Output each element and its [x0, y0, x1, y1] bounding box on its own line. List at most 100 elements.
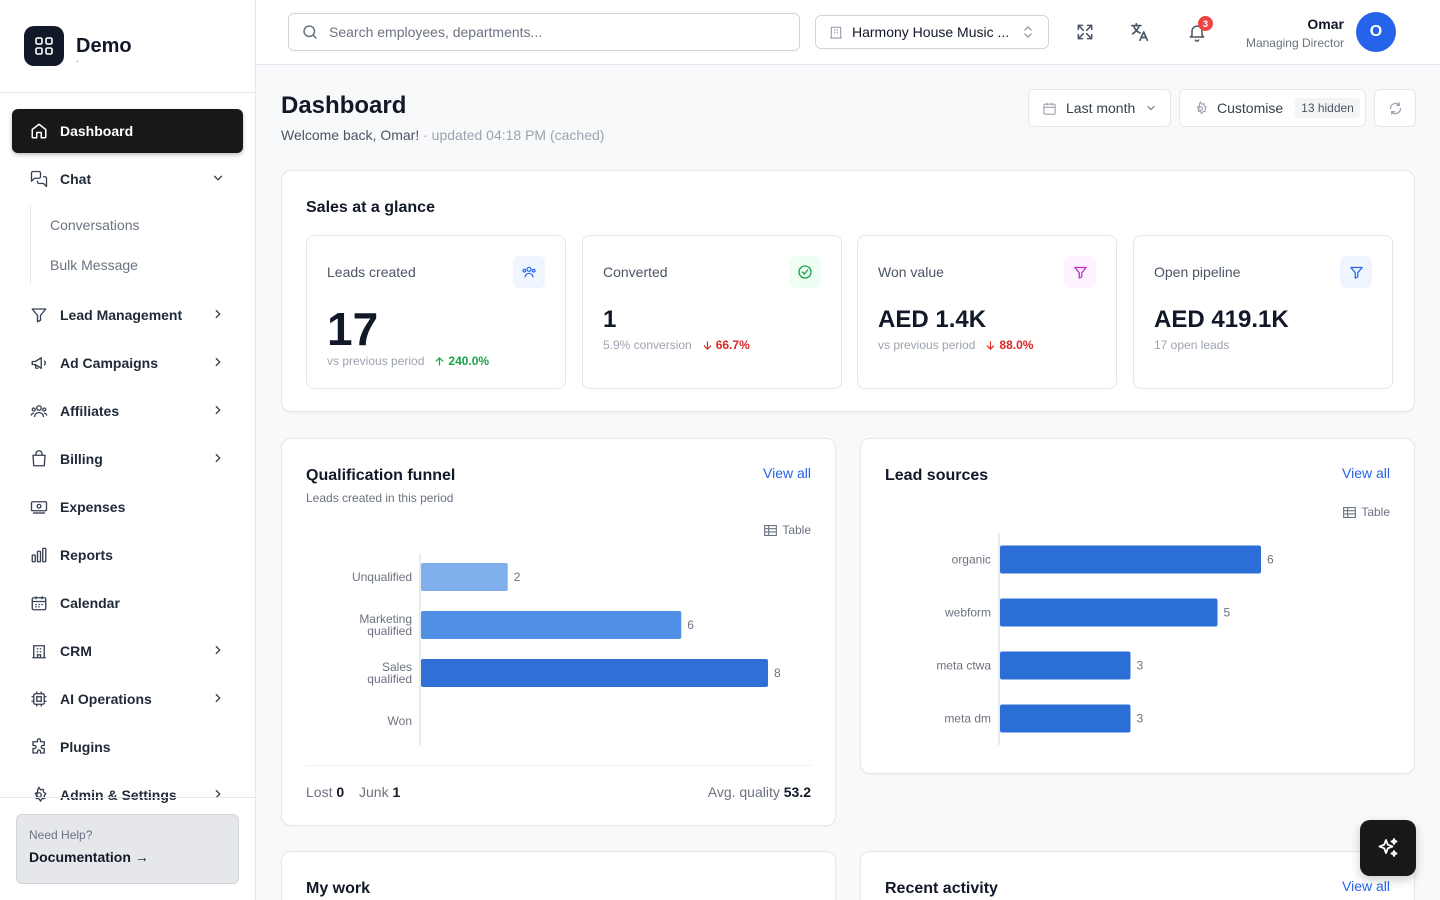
hidden-count-badge: 13 hidden: [1295, 98, 1360, 118]
sidebar-item-chat[interactable]: Chat: [12, 157, 243, 201]
banknote-icon: [30, 498, 48, 516]
tick-label: Unqualified: [352, 570, 412, 584]
sidebar-item-label: Dashboard: [60, 123, 134, 139]
kpi-value: AED 1.4K: [878, 306, 987, 333]
fullscreen-icon[interactable]: [1073, 20, 1097, 44]
period-select[interactable]: Last month: [1028, 89, 1171, 127]
kpi-open-pipeline[interactable]: Open pipeline AED 419.1K 17 open leads: [1133, 235, 1393, 389]
ai-assistant-button[interactable]: [1360, 820, 1416, 876]
shopping-bag-icon: [30, 450, 48, 468]
data-label: 2: [514, 570, 521, 584]
tick-label: Sales qualified: [367, 660, 412, 686]
search-box[interactable]: [288, 13, 800, 51]
chevron-down-icon: [1147, 105, 1155, 111]
junk-stat: Junk 1: [359, 784, 400, 800]
kpi-leads-created[interactable]: Leads created 17 vs previous period 240.…: [306, 235, 566, 389]
notification-count: 3: [1198, 16, 1213, 31]
sidebar-item-lead-management[interactable]: Lead Management: [12, 293, 243, 337]
bar-unqualified[interactable]: [421, 563, 508, 591]
table-icon: [764, 524, 778, 536]
check-circle-icon: [789, 256, 821, 288]
view-all-link[interactable]: View all: [1342, 465, 1390, 481]
table-toggle[interactable]: Table: [764, 523, 811, 537]
quality-stat: Avg. quality 53.2: [708, 784, 811, 800]
divider: [306, 765, 811, 766]
search-input[interactable]: [329, 24, 769, 40]
sidebar-subitem-bulk-message[interactable]: Bulk Message: [50, 245, 243, 285]
sidebar-item-label: Expenses: [60, 499, 126, 515]
kpi-value: 17: [327, 303, 379, 355]
sidebar-item-affiliates[interactable]: Affiliates: [12, 389, 243, 433]
filter-icon: [1064, 256, 1096, 288]
sidebar-item-label: Calendar: [60, 595, 120, 611]
refresh-button[interactable]: [1374, 89, 1416, 127]
tick-label: Marketing qualified: [359, 612, 412, 638]
data-label: 3: [1137, 659, 1144, 673]
sidebar-item-calendar[interactable]: Calendar: [12, 581, 243, 625]
view-all-link[interactable]: View all: [1342, 878, 1390, 894]
card-title: My work: [306, 880, 371, 897]
bar-organic[interactable]: [1000, 545, 1261, 574]
bar-meta-dm[interactable]: [1000, 704, 1131, 733]
sidebar-item-ad-campaigns[interactable]: Ad Campaigns: [12, 341, 243, 385]
refresh-icon: [1389, 101, 1401, 115]
sidebar-item-dashboard[interactable]: Dashboard: [12, 109, 243, 153]
updated-text: · updated 04:18 PM (cached): [419, 127, 605, 143]
documentation-link[interactable]: Documentation →: [29, 849, 226, 865]
customise-button[interactable]: Customise 13 hidden: [1179, 89, 1366, 127]
welcome-text: Welcome back, Omar!: [281, 127, 420, 143]
filter-icon: [1340, 256, 1372, 288]
avatar[interactable]: O: [1356, 12, 1396, 52]
bar-sales-qualified[interactable]: [421, 659, 768, 687]
view-all-link[interactable]: View all: [763, 465, 811, 481]
calendar-icon: [30, 594, 48, 612]
building-icon: [30, 642, 48, 660]
translate-icon[interactable]: [1128, 20, 1152, 44]
sidebar-item-admin-settings[interactable]: Admin & Settings: [12, 773, 243, 817]
sidebar-item-crm[interactable]: CRM: [12, 629, 243, 673]
chevron-down-icon: [213, 175, 223, 181]
lost-stat: Lost 0: [306, 784, 344, 800]
sidebar-nav: Dashboard Chat Conversations Bulk Messag…: [12, 109, 243, 821]
card-title: Recent activity: [885, 880, 998, 897]
kpi-foot-text: vs previous period: [878, 338, 976, 352]
data-label: 5: [1224, 606, 1231, 620]
arrow-down-icon: [987, 340, 995, 350]
page-subtitle: Welcome back, Omar! · updated 04:18 PM (…: [281, 127, 604, 143]
bar-webform[interactable]: [1000, 598, 1218, 627]
kpi-value: AED 419.1K: [1154, 306, 1289, 333]
help-label: Need Help?: [29, 828, 93, 842]
sidebar-item-plugins[interactable]: Plugins: [12, 725, 243, 769]
sidebar-item-expenses[interactable]: Expenses: [12, 485, 243, 529]
organization-select[interactable]: Harmony House Music ...: [815, 15, 1049, 49]
table-toggle[interactable]: Table: [1343, 505, 1390, 519]
kpi-won-value[interactable]: Won value AED 1.4K vs previous period 88…: [857, 235, 1117, 389]
chat-icon: [30, 170, 48, 188]
calendar-icon: [1043, 102, 1056, 115]
sidebar-item-label: Chat: [60, 171, 92, 187]
card-title: Qualification funnel: [306, 467, 456, 484]
kpi-converted[interactable]: Converted 1 5.9% conversion 66.7%: [582, 235, 842, 389]
bar-meta-ctwa[interactable]: [1000, 651, 1131, 680]
sidebar-subitem-conversations[interactable]: Conversations: [50, 205, 243, 245]
divider: [0, 92, 255, 93]
kpi-foot-text: vs previous period: [327, 354, 425, 368]
gear-icon: [1196, 100, 1207, 115]
help-box[interactable]: Need Help? Documentation →: [16, 814, 239, 884]
sidebar-item-label: AI Operations: [60, 691, 152, 707]
kpi-delta: 66.7%: [702, 338, 750, 352]
bar-marketing-qualified[interactable]: [421, 611, 682, 639]
sidebar-item-reports[interactable]: Reports: [12, 533, 243, 577]
kpi-label: Leads created: [327, 264, 416, 280]
sidebar-item-billing[interactable]: Billing: [12, 437, 243, 481]
kpi-delta-value: 88.0%: [999, 338, 1034, 352]
sidebar-item-ai-operations[interactable]: AI Operations: [12, 677, 243, 721]
tick-label: organic: [952, 553, 991, 567]
tick-label: Won: [388, 714, 412, 728]
kpi-delta: 240.0%: [434, 354, 489, 368]
divider: [0, 797, 255, 798]
sidebar-item-label: Billing: [60, 451, 103, 467]
kpi-delta-value: 66.7%: [715, 338, 750, 352]
recent-activity-card: Recent activity View all: [860, 851, 1415, 900]
kpi-label: Converted: [603, 264, 668, 280]
